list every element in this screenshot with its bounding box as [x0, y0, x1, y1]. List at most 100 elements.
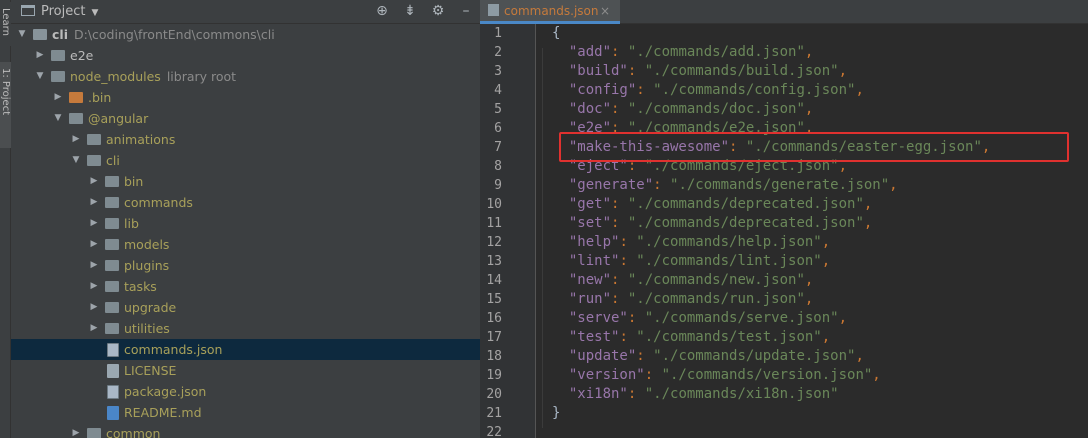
- tab-commands-json[interactable]: commands.json ×: [480, 0, 620, 24]
- tree-item-path: library root: [166, 69, 237, 84]
- tree-item[interactable]: package.json: [11, 381, 480, 402]
- expanded-arrow-icon[interactable]: ▼: [35, 66, 45, 87]
- line-number: 6: [494, 121, 502, 136]
- project-tool-tab[interactable]: 1: Project: [0, 62, 11, 148]
- json-value: "./commands/build.json": [644, 63, 839, 79]
- tree-item-label: .bin: [88, 90, 112, 105]
- tree-item[interactable]: ▶ bin: [11, 171, 480, 192]
- json-key: "new": [568, 272, 612, 288]
- folder-icon: [105, 281, 119, 292]
- json-value: "./commands/run.json": [627, 291, 805, 307]
- hide-icon[interactable]: –: [458, 3, 474, 19]
- learn-tool-tab[interactable]: Learn: [0, 2, 11, 46]
- tree-item[interactable]: ▶ utilities: [11, 318, 480, 339]
- tree-item[interactable]: ▶ models: [11, 234, 480, 255]
- project-view-selector[interactable]: Project ▼: [21, 4, 98, 19]
- folder-icon: [105, 239, 119, 250]
- json-value: "./commands/lint.json": [636, 253, 822, 269]
- line-number: 18: [486, 349, 502, 364]
- tree-item[interactable]: ▶ upgrade: [11, 297, 480, 318]
- collapsed-arrow-icon[interactable]: ▶: [89, 213, 99, 234]
- collapsed-arrow-icon[interactable]: ▶: [71, 129, 81, 150]
- folder-icon: [105, 197, 119, 208]
- code-line: }: [552, 405, 561, 421]
- tree-item[interactable]: ▶ animations: [11, 129, 480, 150]
- tree-item[interactable]: LICENSE: [11, 360, 480, 381]
- json-key: "generate": [568, 177, 654, 193]
- line-number: 2: [494, 45, 502, 60]
- line-number: 1: [494, 26, 502, 41]
- tree-item-label: e2e: [70, 48, 94, 63]
- collapsed-arrow-icon[interactable]: ▶: [89, 255, 99, 276]
- json-value: "./commands/xi18n.json": [644, 386, 839, 402]
- json-key: "update": [568, 348, 637, 364]
- line-number: 22: [486, 425, 502, 438]
- tree-item-label: bin: [124, 174, 144, 189]
- close-icon[interactable]: ×: [600, 0, 610, 22]
- project-panel-header: Project ▼ ⊕ ⇟ ⚙ –: [11, 0, 480, 24]
- collapsed-arrow-icon[interactable]: ▶: [89, 276, 99, 297]
- json-key: "version": [568, 367, 645, 383]
- line-number: 12: [486, 235, 502, 250]
- tree-item[interactable]: ▶ tasks: [11, 276, 480, 297]
- json-key: "test": [568, 329, 620, 345]
- chevron-down-icon: ▼: [91, 8, 99, 18]
- learn-tab-label: Learn: [0, 8, 11, 36]
- tree-item[interactable]: ▼ cli D:\coding\frontEnd\commons\cli: [11, 24, 480, 45]
- tree-item-label: upgrade: [124, 300, 177, 315]
- json-key: "serve": [568, 310, 628, 326]
- line-number: 13: [486, 254, 502, 269]
- collapsed-arrow-icon[interactable]: ▶: [89, 297, 99, 318]
- gear-icon[interactable]: ⚙: [430, 3, 446, 19]
- tree-item[interactable]: ▶ commands: [11, 192, 480, 213]
- json-key: "help": [568, 234, 620, 250]
- tree-item[interactable]: README.md: [11, 402, 480, 423]
- expanded-arrow-icon[interactable]: ▼: [17, 24, 27, 45]
- tree-item-label: tasks: [124, 279, 157, 294]
- collapsed-arrow-icon[interactable]: ▶: [89, 171, 99, 192]
- collapse-icon[interactable]: ⇟: [402, 3, 418, 19]
- tree-item-label: plugins: [124, 258, 170, 273]
- tree-item[interactable]: ▶ .bin: [11, 87, 480, 108]
- tree-item-label: lib: [124, 216, 139, 231]
- editor-area: commands.json × 1 2 3 4 5 6 7 8 9 10 11 12 13 14 15 16 1…: [480, 0, 1088, 438]
- code-line: "version": "./commands/version.json",: [568, 367, 881, 383]
- code-line: "get": "./commands/deprecated.json",: [568, 196, 873, 212]
- json-value: "./commands/generate.json": [670, 177, 890, 193]
- folder-icon: [87, 428, 101, 438]
- tree-item-label: commands: [124, 195, 193, 210]
- tree-item[interactable]: ▼ cli: [11, 150, 480, 171]
- tree-item[interactable]: ▶ lib: [11, 213, 480, 234]
- tree-item-label: node_modules: [70, 69, 161, 84]
- tree-item[interactable]: ▼ node_modules library root: [11, 66, 480, 87]
- code-line: "xi18n": "./commands/xi18n.json": [568, 386, 839, 402]
- collapsed-arrow-icon[interactable]: ▶: [89, 234, 99, 255]
- collapsed-arrow-icon[interactable]: ▶: [89, 318, 99, 339]
- collapsed-arrow-icon[interactable]: ▶: [89, 192, 99, 213]
- tree-item[interactable]: ▶ e2e: [11, 45, 480, 66]
- line-number: 3: [494, 64, 502, 79]
- code-line: "lint": "./commands/lint.json",: [568, 253, 831, 269]
- json-key: "set": [568, 215, 612, 231]
- collapsed-arrow-icon[interactable]: ▶: [71, 423, 81, 438]
- collapsed-arrow-icon[interactable]: ▶: [35, 45, 45, 66]
- tree-item-label: animations: [106, 132, 176, 147]
- indent-guide: [542, 48, 543, 428]
- tree-item[interactable]: ▶ plugins: [11, 255, 480, 276]
- tree-item[interactable]: ▶ common: [11, 423, 480, 438]
- tree-item[interactable]: ▼ @angular: [11, 108, 480, 129]
- expanded-arrow-icon[interactable]: ▼: [53, 108, 63, 129]
- json-value: "./commands/deprecated.json": [627, 196, 864, 212]
- tree-item-label: @angular: [88, 111, 149, 126]
- tree-item[interactable]: commands.json: [11, 339, 480, 360]
- line-number: 20: [486, 387, 502, 402]
- json-file-icon: [107, 385, 119, 399]
- line-number: 11: [486, 216, 502, 231]
- collapsed-arrow-icon[interactable]: ▶: [53, 87, 63, 108]
- code-line: {: [552, 25, 561, 41]
- expanded-arrow-icon[interactable]: ▼: [71, 150, 81, 171]
- crosshair-icon[interactable]: ⊕: [374, 3, 390, 19]
- json-key: "xi18n": [568, 386, 628, 402]
- json-value: "./commands/test.json": [636, 329, 822, 345]
- code-line: "run": "./commands/run.json",: [568, 291, 814, 307]
